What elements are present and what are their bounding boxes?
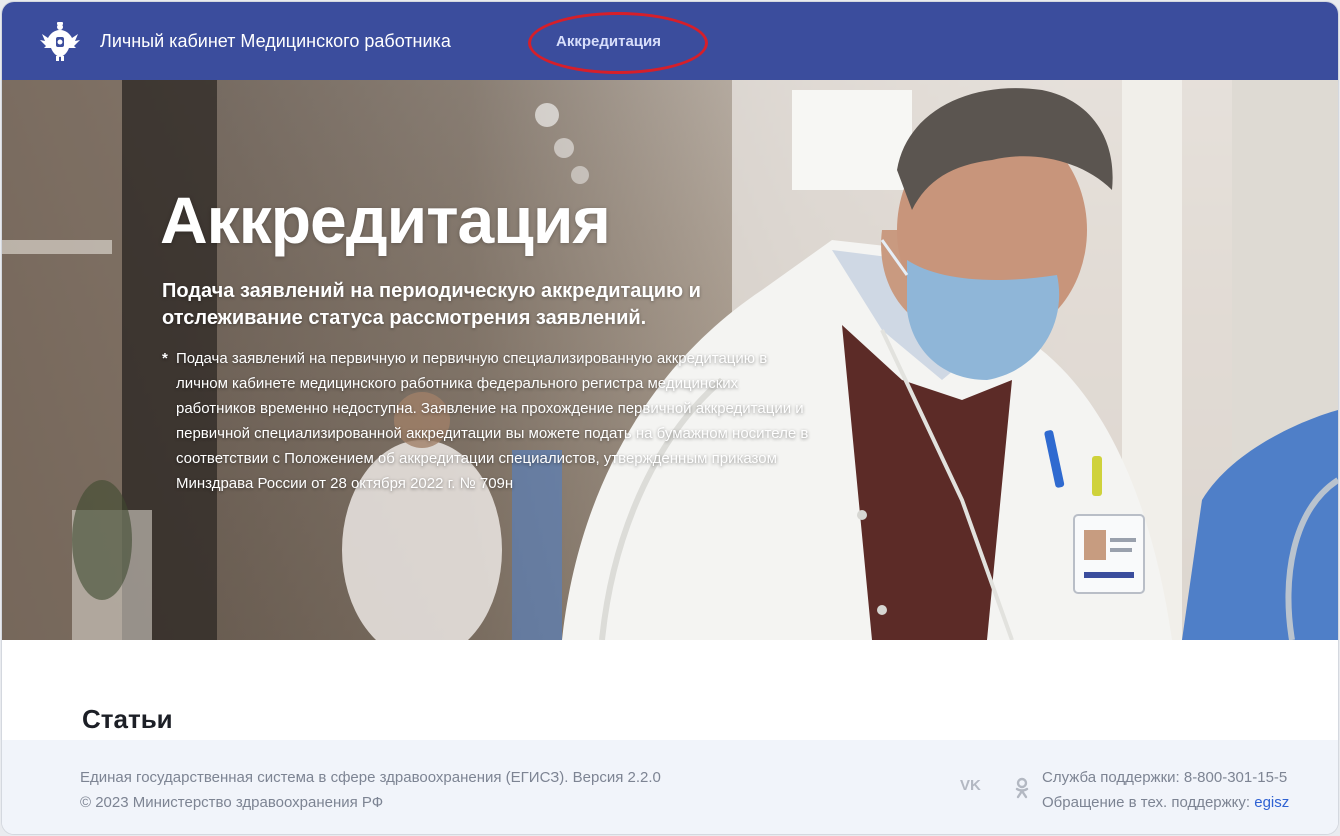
support-phone: Служба поддержки: 8-800-301-15-5	[1042, 769, 1288, 786]
support-request-link[interactable]: egisz	[1254, 794, 1289, 811]
support-request-label: Обращение в тех. поддержку:	[1042, 794, 1255, 811]
nav-link-accreditation[interactable]: Аккредитация	[556, 32, 661, 52]
hero-title: Аккредитация	[160, 183, 611, 257]
site-title[interactable]: Личный кабинет Медицинского работника	[100, 30, 451, 52]
asterisk-marker: *	[162, 350, 168, 367]
hero-banner: Аккредитация Подача заявлений на периоди…	[2, 80, 1338, 640]
footer: Единая государственная система в сфере з…	[2, 740, 1338, 834]
browser-page: Личный кабинет Медицинского работника Ак…	[2, 2, 1338, 834]
articles-section-title: Статьи	[82, 704, 173, 734]
footer-copyright: © 2023 Министерство здравоохранения РФ	[80, 794, 384, 811]
double-headed-eagle-icon[interactable]	[38, 20, 82, 62]
notice-text: Подача заявлений на первичную и первичну…	[176, 350, 809, 492]
support-request: Обращение в тех. поддержку: egisz	[1042, 793, 1289, 813]
vk-icon[interactable]: VK	[960, 776, 984, 800]
top-header: Личный кабинет Медицинского работника Ак…	[2, 2, 1338, 80]
hero-subtitle: Подача заявлений на периодическую аккред…	[162, 280, 701, 329]
footer-system-version: Единая государственная система в сфере з…	[80, 769, 661, 786]
hero-notice: * Подача заявлений на первичную и первич…	[162, 346, 822, 496]
odnoklassniki-icon[interactable]	[1010, 776, 1034, 800]
